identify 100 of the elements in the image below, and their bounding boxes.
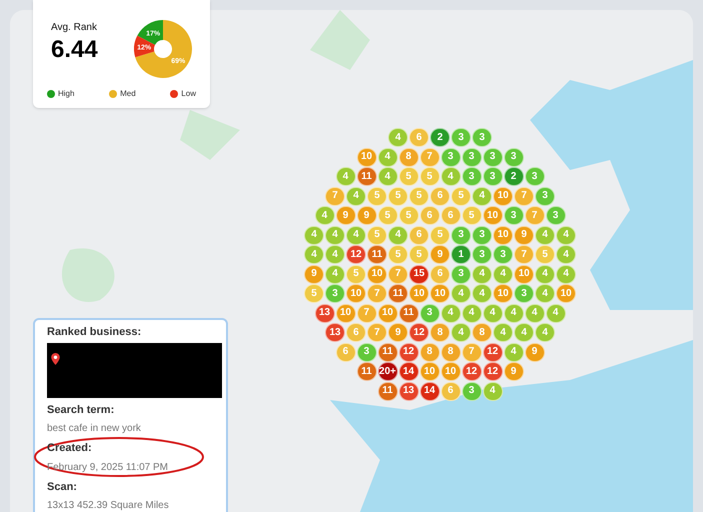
map-pin[interactable]: 3	[451, 128, 471, 147]
map-pin[interactable]: 12	[482, 362, 502, 381]
map-pin[interactable]: 12	[346, 245, 366, 264]
map-pin[interactable]: 10	[409, 284, 429, 303]
map-pin[interactable]: 10	[367, 264, 387, 284]
map-pin[interactable]: 8	[398, 148, 418, 166]
map-pin[interactable]: 6	[420, 206, 440, 225]
map-pin[interactable]: 9	[336, 206, 356, 225]
map-pin[interactable]: 6	[440, 206, 460, 225]
map-pin[interactable]: 9	[504, 362, 524, 381]
map-pin[interactable]: 4	[304, 226, 324, 244]
map-pin[interactable]: 7	[367, 323, 387, 342]
map-pin[interactable]: 5	[367, 226, 387, 244]
map-pin[interactable]: 7	[514, 186, 534, 206]
map-pin[interactable]: 6	[409, 128, 429, 147]
map-pin[interactable]: 5	[367, 186, 387, 206]
map-pin[interactable]: 9	[514, 226, 534, 244]
map-pin[interactable]: 5	[420, 167, 440, 186]
map-pin[interactable]: 4	[325, 245, 345, 264]
map-pin[interactable]: 10	[346, 284, 366, 303]
map-pin[interactable]: 3	[356, 342, 376, 362]
map-pin[interactable]: 4	[346, 226, 366, 244]
map-pin[interactable]: 2	[504, 167, 524, 186]
map-pin[interactable]: 3	[462, 167, 482, 186]
map-pin[interactable]: 5	[535, 245, 555, 264]
map-pin[interactable]: 4	[378, 167, 398, 186]
map-pin[interactable]: 3	[482, 148, 502, 166]
map-pin[interactable]: 9	[524, 342, 544, 362]
map-pin[interactable]: 7	[420, 148, 440, 166]
map-pin[interactable]: 7	[356, 304, 376, 322]
map-pin[interactable]: 4	[472, 186, 492, 206]
map-pin[interactable]: 10	[420, 362, 440, 381]
map-pin[interactable]: 4	[504, 304, 524, 322]
map-pin[interactable]: 3	[472, 245, 492, 264]
map-pin[interactable]: 4	[472, 264, 492, 284]
map-pin[interactable]: 4	[378, 148, 398, 166]
map-pin[interactable]: 8	[472, 323, 492, 342]
map-pin[interactable]: 13	[325, 323, 345, 342]
map-pin[interactable]: 10	[440, 362, 460, 381]
map-pin[interactable]: 9	[356, 206, 376, 225]
map-pin[interactable]: 10	[430, 284, 450, 303]
map-pin[interactable]: 3	[524, 167, 544, 186]
map-pin[interactable]: 4	[388, 226, 408, 244]
map-pin[interactable]: 5	[304, 284, 324, 303]
map-pin[interactable]: 7	[462, 342, 482, 362]
map-pin[interactable]: 3	[504, 206, 524, 225]
map-pin[interactable]: 14	[420, 382, 440, 400]
map-pin[interactable]: 4	[346, 186, 366, 206]
map-pin[interactable]: 11	[388, 284, 408, 303]
map-pin[interactable]: 3	[325, 284, 345, 303]
map-pin[interactable]: 5	[346, 264, 366, 284]
map-pin[interactable]: 11	[356, 167, 376, 186]
map-pin[interactable]: 4	[472, 284, 492, 303]
map-pin[interactable]: 4	[556, 264, 576, 284]
map-pin[interactable]: 11	[398, 304, 418, 322]
map-pin[interactable]: 4	[504, 342, 524, 362]
map-pin[interactable]: 4	[304, 245, 324, 264]
map-pin[interactable]: 4	[514, 323, 534, 342]
map-pin[interactable]: 3	[514, 284, 534, 303]
map-pin[interactable]: 2	[430, 128, 450, 147]
map-pin[interactable]: 3	[462, 382, 482, 400]
map-pin[interactable]: 4	[314, 206, 334, 225]
map-pin[interactable]: 8	[420, 342, 440, 362]
map-pin[interactable]: 15	[409, 264, 429, 284]
map-pin[interactable]: 3	[546, 206, 566, 225]
map-pin[interactable]: 4	[546, 304, 566, 322]
map-pin[interactable]: 3	[420, 304, 440, 322]
map-pin[interactable]: 3	[472, 226, 492, 244]
map-pin[interactable]: 4	[462, 304, 482, 322]
map-pin[interactable]: 9	[430, 245, 450, 264]
map-pin[interactable]: 4	[440, 167, 460, 186]
map-pin[interactable]: 4	[493, 323, 513, 342]
map-pin[interactable]: 7	[325, 186, 345, 206]
map-pin[interactable]: 4	[535, 323, 555, 342]
map-pin[interactable]: 6	[346, 323, 366, 342]
map-pin[interactable]: 12	[462, 362, 482, 381]
map-pin[interactable]: 3	[504, 148, 524, 166]
map-pin[interactable]: 4	[535, 264, 555, 284]
map-pin[interactable]: 7	[514, 245, 534, 264]
map-pin[interactable]: 4	[325, 226, 345, 244]
map-pin[interactable]: 7	[367, 284, 387, 303]
map-pin[interactable]: 3	[440, 148, 460, 166]
map-pin[interactable]: 4	[388, 128, 408, 147]
map-pin[interactable]: 4	[556, 245, 576, 264]
map-pin[interactable]: 14	[398, 362, 418, 381]
map-pin[interactable]: 10	[556, 284, 576, 303]
map-pin[interactable]: 3	[472, 128, 492, 147]
map-pin[interactable]: 5	[388, 245, 408, 264]
map-pin[interactable]: 10	[493, 284, 513, 303]
map-pin[interactable]: 4	[325, 264, 345, 284]
map-pin[interactable]: 12	[398, 342, 418, 362]
map-pin[interactable]: 11	[367, 245, 387, 264]
map-pin[interactable]: 5	[409, 245, 429, 264]
map-pin[interactable]: 5	[451, 186, 471, 206]
map-pin[interactable]: 1	[451, 245, 471, 264]
map-pin[interactable]: 11	[378, 342, 398, 362]
map-pin[interactable]: 7	[388, 264, 408, 284]
map-pin[interactable]: 4	[482, 304, 502, 322]
map-pin[interactable]: 13	[314, 304, 334, 322]
map-pin[interactable]: 4	[336, 167, 356, 186]
